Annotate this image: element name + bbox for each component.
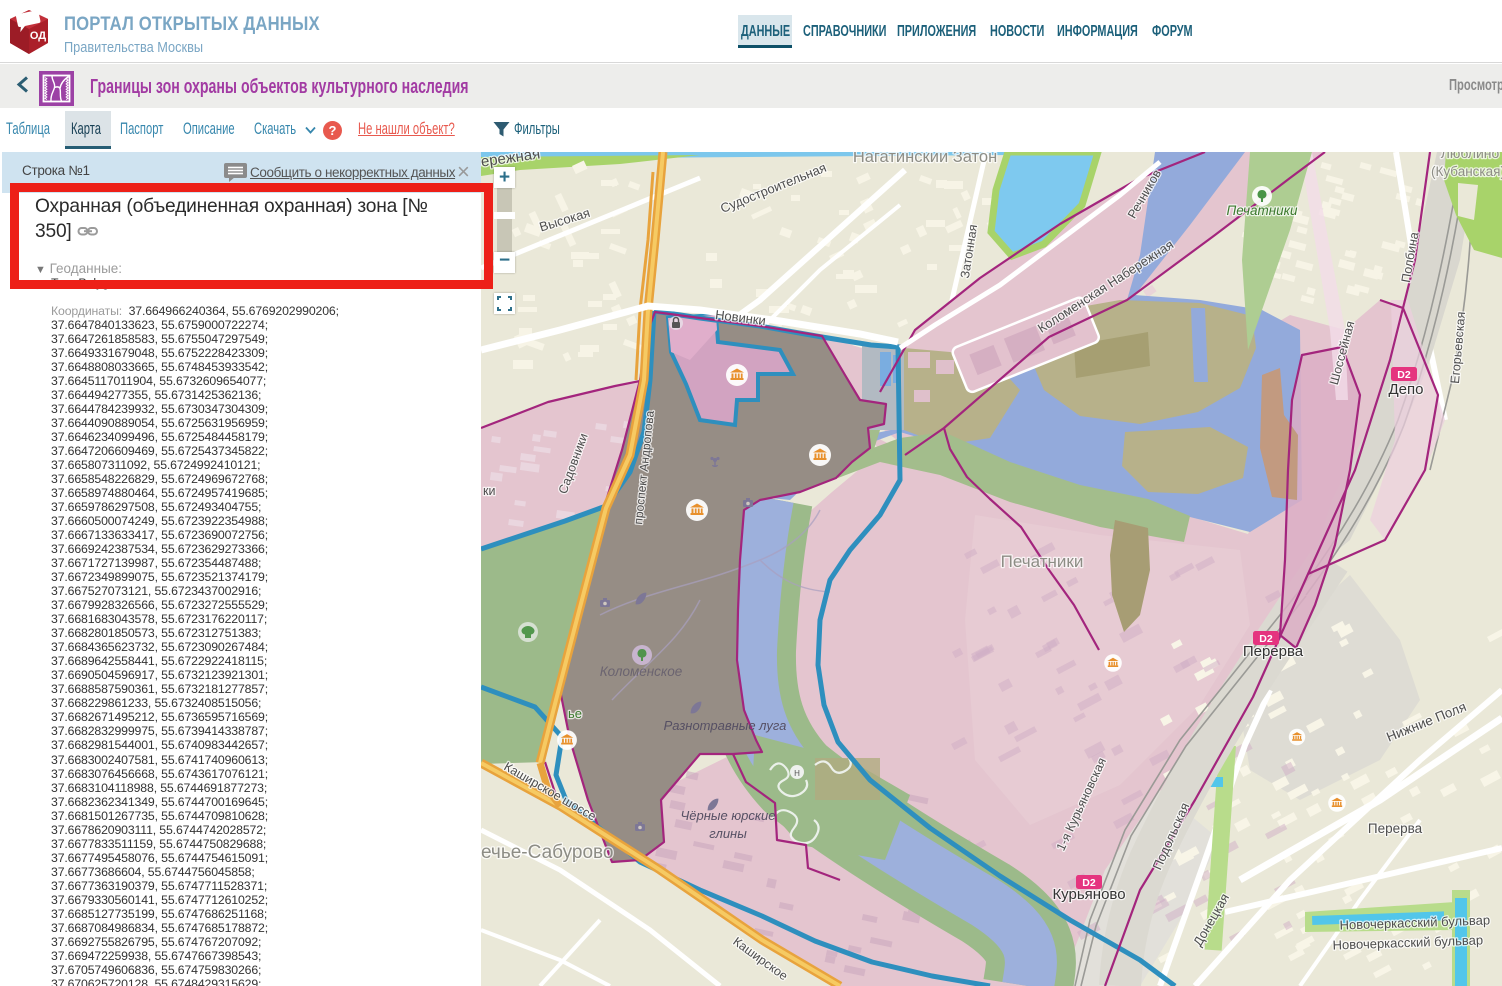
svg-text:(Кубанская): (Кубанская) — [1431, 164, 1502, 179]
svg-text:H: H — [794, 769, 800, 778]
svg-text:Разнотравные луга: Разнотравные луга — [664, 718, 787, 733]
svg-text:Коломенское: Коломенское — [600, 664, 683, 679]
svg-text:Чёрные юрские: Чёрные юрские — [681, 808, 776, 823]
svg-text:ки: ки — [483, 484, 495, 498]
svg-text:D2: D2 — [1397, 369, 1411, 381]
svg-text:глины: глины — [709, 826, 747, 841]
svg-text:Перерва: Перерва — [1368, 821, 1423, 836]
svg-text:Печатники: Печатники — [1001, 552, 1084, 571]
svg-text:ье: ье — [568, 706, 582, 721]
svg-text:ечье-Сабурово: ечье-Сабурово — [481, 842, 613, 863]
svg-text:Люблино: Люблино — [1441, 152, 1500, 161]
svg-text:Нагатинский Затон: Нагатинский Затон — [853, 152, 997, 166]
svg-text:Курьяново: Курьяново — [1052, 886, 1125, 903]
svg-text:ОД: ОД — [30, 30, 46, 42]
svg-text:Депо: Депо — [1389, 381, 1424, 398]
svg-text:Перерва: Перерва — [1243, 643, 1304, 660]
